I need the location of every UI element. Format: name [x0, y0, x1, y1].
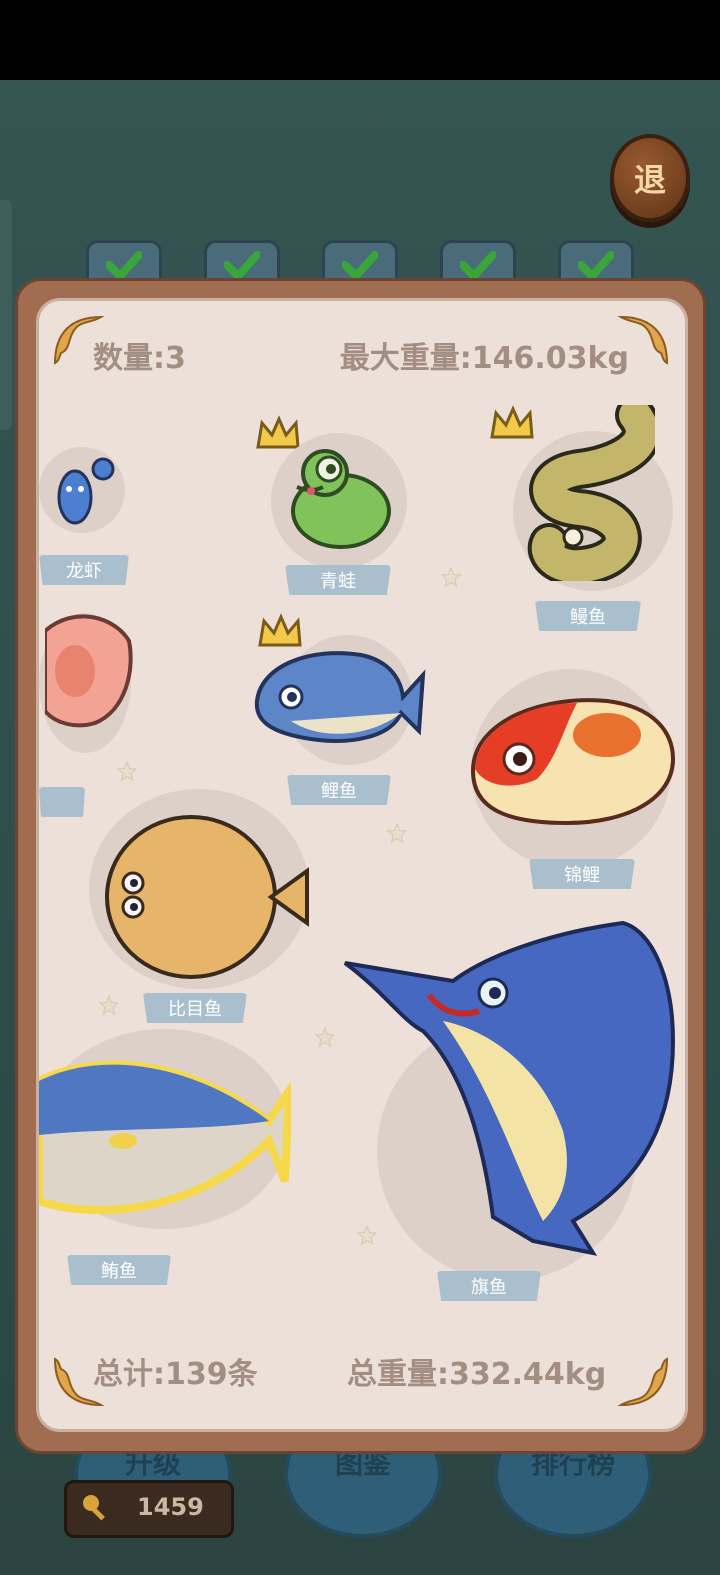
lobster-icon[interactable] — [45, 451, 119, 531]
eel-icon[interactable] — [519, 405, 655, 581]
fish-label-marlin: 旗鱼 — [437, 1271, 541, 1301]
collection-panel: 数量:3 最大重量:146.03kg 龙虾 青蛙 鳗鱼 鲤鱼 锦鲤 比目鱼 鲔鱼… — [36, 298, 688, 1432]
star-icon — [357, 1225, 377, 1245]
fish-label-pink — [39, 787, 85, 817]
check-icon — [106, 251, 142, 281]
check-icon — [342, 251, 378, 281]
star-icon — [99, 995, 119, 1015]
frog-icon[interactable] — [277, 447, 397, 551]
flounder-icon[interactable] — [101, 809, 313, 985]
exit-button[interactable]: 退 — [610, 134, 690, 222]
pink-fish-icon[interactable] — [45, 611, 135, 731]
marlin-icon[interactable] — [343, 921, 677, 1261]
fish-label-tuna: 鲔鱼 — [67, 1255, 171, 1285]
coin-value: 1459 — [137, 1493, 204, 1521]
coin-counter: 1459 — [64, 1480, 234, 1538]
exit-label: 退 — [633, 161, 666, 199]
check-icon — [460, 251, 496, 281]
koi-icon[interactable] — [467, 689, 677, 833]
fish-label-flounder: 比目鱼 — [143, 993, 247, 1023]
check-icon — [578, 251, 614, 281]
crown-icon — [256, 415, 300, 449]
total-weight-label: 总重量:332.44kg — [347, 1357, 607, 1392]
star-icon — [315, 1027, 335, 1047]
total-count-label: 总计:139条 — [93, 1357, 258, 1392]
key-icon — [83, 1495, 105, 1521]
fish-label-koi: 锦鲤 — [529, 859, 635, 889]
star-icon — [387, 823, 407, 843]
fish-label-lobster: 龙虾 — [39, 555, 129, 585]
count-label: 数量:3 — [93, 341, 186, 376]
carp-icon[interactable] — [251, 641, 427, 751]
corner-ornament-icon — [617, 1357, 669, 1407]
star-icon — [441, 567, 461, 587]
tuna-icon[interactable] — [39, 1031, 291, 1231]
check-icon — [224, 251, 260, 281]
fish-label-carp: 鲤鱼 — [287, 775, 391, 805]
max-weight-label: 最大重量:146.03kg — [339, 341, 629, 376]
fish-label-eel: 鳗鱼 — [535, 601, 641, 631]
side-tab[interactable] — [0, 200, 12, 430]
star-icon — [117, 761, 137, 781]
fish-label-frog: 青蛙 — [285, 565, 391, 595]
